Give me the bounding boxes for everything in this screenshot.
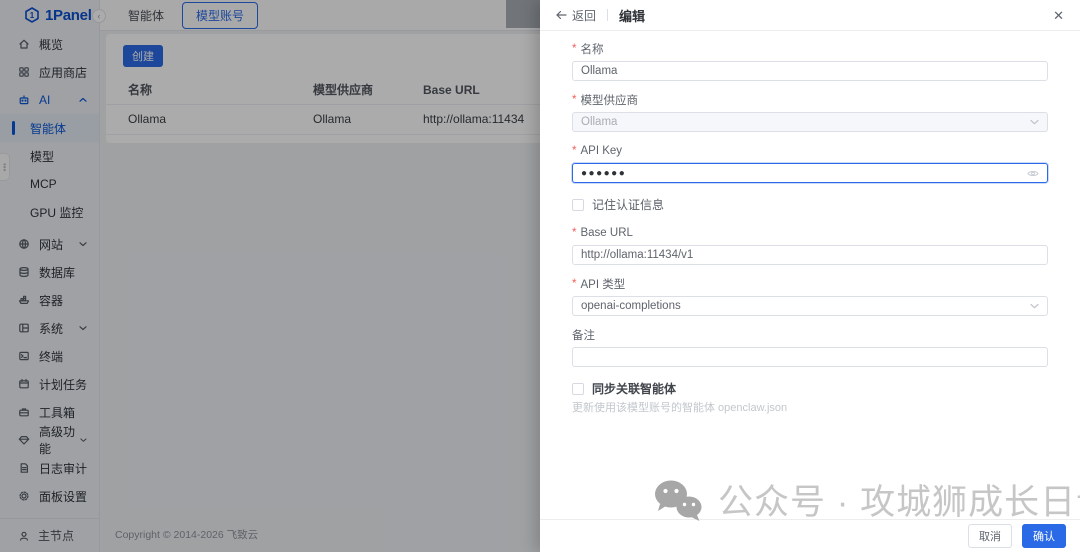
drawer-title: 编辑 <box>619 6 645 25</box>
divider <box>607 9 608 21</box>
back-button[interactable]: 返回 <box>556 7 596 24</box>
required-asterisk: * <box>572 227 576 239</box>
field-label-base-url: *Base URL <box>572 225 1048 241</box>
remember-auth-checkbox-row[interactable]: 记住认证信息 <box>572 196 1048 213</box>
cancel-button[interactable]: 取消 <box>968 524 1012 548</box>
api-key-input[interactable]: ●●●●●● <box>573 168 634 179</box>
chevron-down-icon <box>1030 303 1039 309</box>
base-url-field-wrap <box>572 245 1048 265</box>
edit-form: *名称 *模型供应商 Ollama *API Key ●●●●●● 记住认证信息… <box>540 31 1080 415</box>
arrow-left-icon <box>556 10 567 20</box>
name-input[interactable] <box>573 62 1047 80</box>
checkbox[interactable] <box>572 199 584 211</box>
checkbox[interactable] <box>572 383 584 395</box>
modal-overlay[interactable] <box>0 0 540 552</box>
field-label-api-type: *API 类型 <box>572 276 1048 292</box>
remark-input[interactable] <box>573 348 1047 366</box>
api-type-value: openai-completions <box>573 300 689 312</box>
drawer-footer: 取消 确认 <box>540 519 1080 552</box>
drawer-header: 返回 编辑 ✕ <box>540 0 1080 31</box>
confirm-button[interactable]: 确认 <box>1022 524 1066 548</box>
field-label-name: *名称 <box>572 41 1048 57</box>
field-label-remark: 备注 <box>572 327 1048 343</box>
name-field-wrap <box>572 61 1048 81</box>
field-label-api-key: *API Key <box>572 143 1048 159</box>
required-asterisk: * <box>572 94 576 106</box>
sync-hint-text: 更新使用该模型账号的智能体 openclaw.json <box>572 399 1048 415</box>
api-type-select[interactable]: openai-completions <box>572 296 1048 316</box>
close-icon[interactable]: ✕ <box>1053 9 1064 22</box>
provider-value: Ollama <box>573 116 625 128</box>
required-asterisk: * <box>572 145 576 157</box>
required-asterisk: * <box>572 278 576 290</box>
api-key-field-wrap: ●●●●●● <box>572 163 1048 183</box>
base-url-input[interactable] <box>573 246 1047 264</box>
toggle-password-visibility[interactable] <box>1027 169 1039 178</box>
provider-select[interactable]: Ollama <box>572 112 1048 132</box>
edit-drawer: 返回 编辑 ✕ *名称 *模型供应商 Ollama *API Key ●●●●●… <box>540 0 1080 552</box>
field-label-provider: *模型供应商 <box>572 92 1048 108</box>
required-asterisk: * <box>572 43 576 55</box>
eye-icon <box>1027 169 1039 178</box>
back-label: 返回 <box>572 7 596 24</box>
remark-field-wrap <box>572 347 1048 367</box>
chevron-down-icon <box>1030 119 1039 125</box>
sync-agents-checkbox-row[interactable]: 同步关联智能体 <box>572 380 1048 397</box>
checkbox-label: 记住认证信息 <box>592 196 664 213</box>
checkbox-label: 同步关联智能体 <box>592 380 676 397</box>
